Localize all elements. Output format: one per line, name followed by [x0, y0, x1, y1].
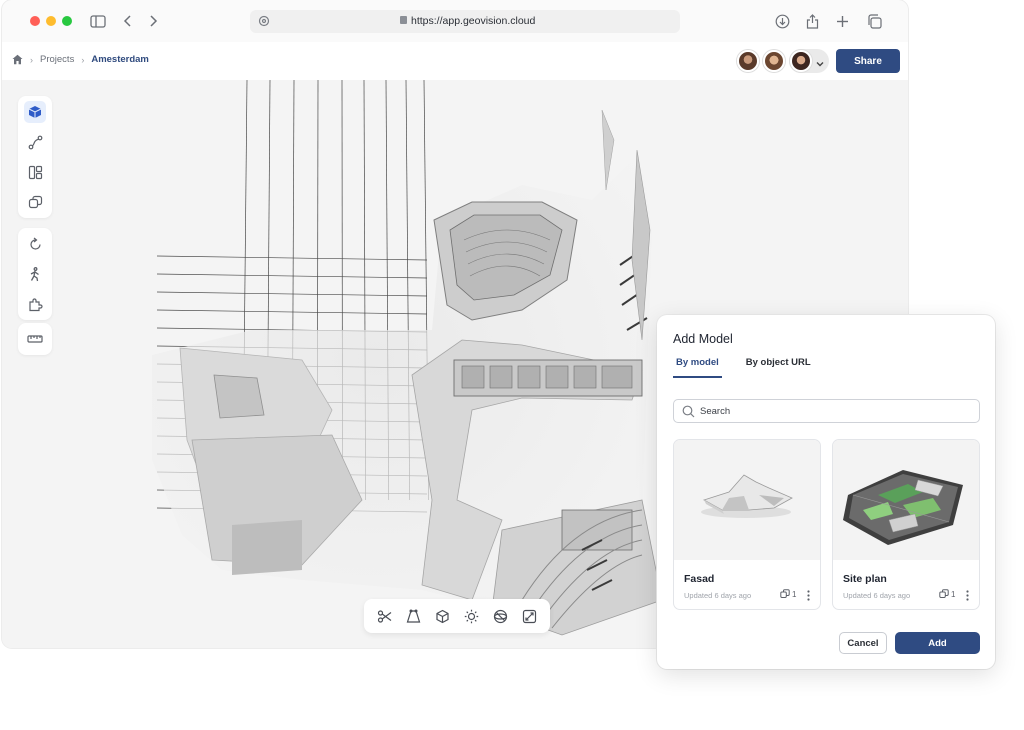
model-updated: Updated 6 days ago — [684, 591, 752, 600]
puzzle-icon[interactable] — [24, 293, 46, 315]
url-text: https://app.geovision.cloud — [400, 15, 535, 27]
navigation-tools-group — [18, 228, 52, 320]
model-card-site-plan[interactable]: Site plan Updated 6 days ago 1 — [832, 439, 980, 610]
zoom-window-button[interactable] — [62, 16, 72, 26]
more-options-icon[interactable] — [805, 589, 811, 601]
lock-icon — [400, 16, 407, 24]
layout-icon[interactable] — [24, 161, 46, 183]
model-name: Site plan — [843, 573, 887, 585]
search-icon — [682, 405, 695, 418]
tab-by-model[interactable]: By model — [673, 357, 722, 378]
sidebar-icon[interactable] — [88, 11, 108, 31]
search-input[interactable] — [700, 403, 970, 419]
tab-by-object-url[interactable]: By object URL — [746, 357, 811, 378]
download-icon[interactable] — [772, 11, 792, 31]
chevron-down-icon — [815, 56, 825, 67]
breadcrumb: › Projects › Amesterdam — [12, 54, 149, 65]
rotate-icon[interactable] — [24, 233, 46, 255]
walk-icon[interactable] — [24, 263, 46, 285]
more-collaborators-dropdown[interactable] — [789, 49, 829, 73]
dialog-title: Add Model — [673, 332, 733, 346]
model-count-value: 1 — [951, 589, 956, 599]
scissors-icon[interactable] — [374, 605, 396, 627]
back-icon[interactable] — [118, 11, 138, 31]
breadcrumb-projects[interactable]: Projects — [40, 54, 74, 65]
more-options-icon[interactable] — [964, 589, 970, 601]
model-instance-count: 1 — [939, 589, 955, 599]
view-tools-group — [18, 96, 52, 218]
avatar[interactable] — [763, 50, 785, 72]
path-icon[interactable] — [24, 131, 46, 153]
box-icon[interactable] — [432, 605, 454, 627]
model-thumbnail — [674, 440, 820, 560]
share-icon[interactable] — [802, 11, 822, 31]
cube-icon[interactable] — [24, 101, 46, 123]
sun-icon[interactable] — [461, 605, 483, 627]
cancel-button[interactable]: Cancel — [839, 632, 887, 654]
breadcrumb-separator-icon: › — [30, 54, 33, 65]
collaborator-avatars[interactable] — [737, 49, 829, 73]
breadcrumb-separator-icon: › — [81, 54, 85, 65]
tabs-icon[interactable] — [864, 11, 884, 31]
layers-icon — [780, 589, 790, 599]
home-icon[interactable] — [12, 54, 23, 65]
avatar[interactable] — [790, 50, 812, 72]
new-tab-icon[interactable] — [832, 11, 852, 31]
model-count-value: 1 — [792, 589, 797, 599]
expand-icon[interactable] — [519, 605, 541, 627]
url-value: https://app.geovision.cloud — [411, 15, 536, 27]
model-updated: Updated 6 days ago — [843, 591, 911, 600]
ruler-icon[interactable] — [24, 328, 46, 350]
app-header: › Projects › Amesterdam Share — [2, 42, 908, 80]
breadcrumb-current[interactable]: Amesterdam — [91, 54, 149, 65]
sphere-icon[interactable] — [490, 605, 512, 627]
measure-tools-group — [18, 323, 52, 355]
close-window-button[interactable] — [30, 16, 40, 26]
minimize-window-button[interactable] — [46, 16, 56, 26]
model-thumbnail — [833, 440, 979, 560]
model-instance-count: 1 — [780, 589, 796, 599]
add-model-dialog: Add Model By model By object URL Fasad U… — [657, 315, 995, 669]
reload-icon[interactable] — [256, 13, 272, 29]
layers-icon — [939, 589, 949, 599]
add-button[interactable]: Add — [895, 632, 980, 654]
browser-toolbar: https://app.geovision.cloud — [2, 0, 908, 42]
share-button[interactable]: Share — [836, 49, 900, 73]
model-search — [673, 399, 980, 423]
model-name: Fasad — [684, 573, 715, 585]
model-card-fasad[interactable]: Fasad Updated 6 days ago 1 — [673, 439, 821, 610]
layers-icon[interactable] — [24, 191, 46, 213]
perspective-icon[interactable] — [403, 605, 425, 627]
viewport-toolbar — [364, 599, 550, 633]
avatar[interactable] — [737, 50, 759, 72]
dialog-tabs: By model By object URL — [673, 357, 811, 378]
address-bar[interactable]: https://app.geovision.cloud — [250, 10, 680, 33]
forward-icon[interactable] — [143, 11, 163, 31]
